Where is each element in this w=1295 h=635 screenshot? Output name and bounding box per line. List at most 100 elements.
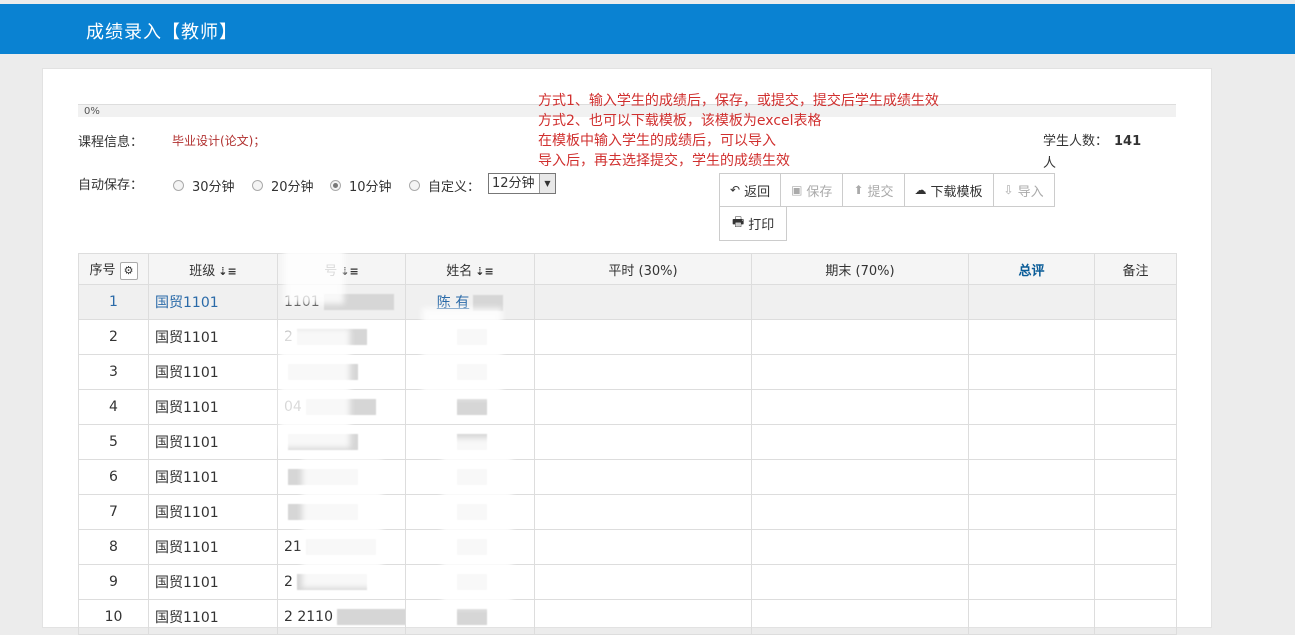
row-index-text: 8 xyxy=(109,539,118,555)
col-header-class[interactable]: 班级 ⇣≡ xyxy=(148,253,278,285)
radio-label: 30分钟 xyxy=(192,180,235,195)
row-class-text: 国贸1101 xyxy=(155,540,219,556)
row-index-text: 1 xyxy=(109,294,118,310)
note-line: 在模板中输入学生的成绩后，可以导入 xyxy=(538,133,776,149)
row-class-text: 国贸1101 xyxy=(155,365,219,381)
col-header-name[interactable]: 姓名 ⇣≡ xyxy=(405,253,535,285)
save-button[interactable]: ▣ 保存 xyxy=(780,173,844,207)
row-total-score xyxy=(968,494,1095,530)
row-final-score[interactable] xyxy=(751,494,969,530)
table-row: 10 国贸1101 2 2110 xyxy=(78,599,1177,635)
row-remark[interactable] xyxy=(1094,354,1177,390)
autosave-option-20[interactable]: 20分钟 xyxy=(252,176,314,195)
row-total-score xyxy=(968,564,1095,600)
col-header-total: 总评 xyxy=(968,253,1095,285)
row-class-text: 国贸1101 xyxy=(155,400,219,416)
row-student-id: 1101 xyxy=(277,284,406,320)
table-row: 7 国贸1101 xyxy=(78,494,1177,530)
print-button[interactable]: 🖶 打印 xyxy=(719,206,788,241)
student-count: 学生人数： 141 人 xyxy=(1043,131,1163,175)
autosave-option-30[interactable]: 30分钟 xyxy=(173,176,235,195)
row-student-id-text: 2 2110 xyxy=(284,609,333,625)
gear-icon[interactable]: ⚙ xyxy=(119,261,138,280)
row-remark[interactable] xyxy=(1094,494,1177,530)
row-class: 国贸1101 xyxy=(148,599,278,635)
top-bar: 成绩录入【教师】 xyxy=(0,4,1295,54)
row-regular-score[interactable] xyxy=(534,284,752,320)
row-final-score[interactable] xyxy=(751,319,969,355)
row-remark[interactable] xyxy=(1094,284,1177,320)
header-label: 序号 xyxy=(89,262,116,278)
row-class-text: 国贸1101 xyxy=(155,295,219,311)
row-final-score[interactable] xyxy=(751,389,969,425)
row-final-score[interactable] xyxy=(751,529,969,565)
student-count-label: 学生人数： xyxy=(1043,134,1109,149)
row-total-score xyxy=(968,599,1095,635)
sort-icon[interactable]: ⇣≡ xyxy=(218,265,236,278)
radio-icon[interactable] xyxy=(409,180,420,191)
row-regular-score[interactable] xyxy=(534,424,752,460)
row-regular-score[interactable] xyxy=(534,354,752,390)
row-final-score[interactable] xyxy=(751,284,969,320)
sort-icon[interactable]: ⇣≡ xyxy=(340,265,358,278)
col-header-student-id[interactable]: 号 ⇣≡ xyxy=(277,253,406,285)
row-index-text: 4 xyxy=(109,399,118,415)
row-student-id xyxy=(277,494,406,530)
custom-interval-select[interactable]: 12分钟 ▼ xyxy=(488,173,556,194)
import-icon: ⇩ xyxy=(1003,183,1014,197)
row-regular-score[interactable] xyxy=(534,494,752,530)
row-student-id-text: 21 xyxy=(284,539,302,555)
radio-icon[interactable] xyxy=(252,180,263,191)
row-student-id-text: 2 xyxy=(284,574,293,590)
row-name xyxy=(405,494,535,530)
progress-text: 0% xyxy=(84,106,100,117)
row-regular-score[interactable] xyxy=(534,389,752,425)
row-class: 国贸1101 xyxy=(148,424,278,460)
import-button[interactable]: ⇩ 导入 xyxy=(992,173,1055,207)
row-regular-score[interactable] xyxy=(534,599,752,635)
row-remark[interactable] xyxy=(1094,459,1177,495)
row-final-score[interactable] xyxy=(751,459,969,495)
row-remark[interactable] xyxy=(1094,599,1177,635)
row-final-score[interactable] xyxy=(751,354,969,390)
autosave-label: 自动保存： xyxy=(78,178,144,193)
row-total-score xyxy=(968,459,1095,495)
submit-button[interactable]: ⬆ 提交 xyxy=(842,173,905,207)
back-button[interactable]: ↶ 返回 xyxy=(719,173,782,207)
autosave-option-custom[interactable]: 自定义： xyxy=(409,176,480,195)
row-regular-score[interactable] xyxy=(534,564,752,600)
row-regular-score[interactable] xyxy=(534,529,752,565)
redacted-block xyxy=(288,434,358,450)
redacted-block xyxy=(457,399,487,415)
row-remark[interactable] xyxy=(1094,389,1177,425)
row-remark[interactable] xyxy=(1094,564,1177,600)
import-label: 导入 xyxy=(1017,184,1044,200)
autosave-option-10[interactable]: 10分钟 xyxy=(330,176,392,195)
row-regular-score[interactable] xyxy=(534,459,752,495)
row-index-text: 5 xyxy=(109,434,118,450)
row-regular-score[interactable] xyxy=(534,319,752,355)
col-header-regular: 平时 (30%) xyxy=(534,253,752,285)
row-final-score[interactable] xyxy=(751,599,969,635)
radio-icon[interactable] xyxy=(173,180,184,191)
row-final-score[interactable] xyxy=(751,564,969,600)
row-remark[interactable] xyxy=(1094,529,1177,565)
download-label: 下载模板 xyxy=(930,184,983,200)
row-index: 7 xyxy=(78,494,149,530)
sort-icon[interactable]: ⇣≡ xyxy=(475,265,493,278)
redacted-block xyxy=(457,609,487,625)
chevron-down-icon[interactable]: ▼ xyxy=(539,174,555,193)
reply-icon: ↶ xyxy=(730,183,741,197)
radio-icon[interactable] xyxy=(330,180,341,191)
row-final-score[interactable] xyxy=(751,424,969,460)
row-remark[interactable] xyxy=(1094,319,1177,355)
row-class-text: 国贸1101 xyxy=(155,470,219,486)
download-template-button[interactable]: ☁ 下载模板 xyxy=(903,173,994,207)
header-label: 姓名 xyxy=(446,263,473,279)
row-class-text: 国贸1101 xyxy=(155,330,219,346)
row-index-text: 9 xyxy=(109,574,118,590)
row-remark[interactable] xyxy=(1094,424,1177,460)
note-line: 方式1、输入学生的成绩后，保存，或提交，提交后学生成绩生效 xyxy=(538,93,939,109)
row-name xyxy=(405,354,535,390)
table-row: 4 国贸1101 04 xyxy=(78,389,1177,425)
